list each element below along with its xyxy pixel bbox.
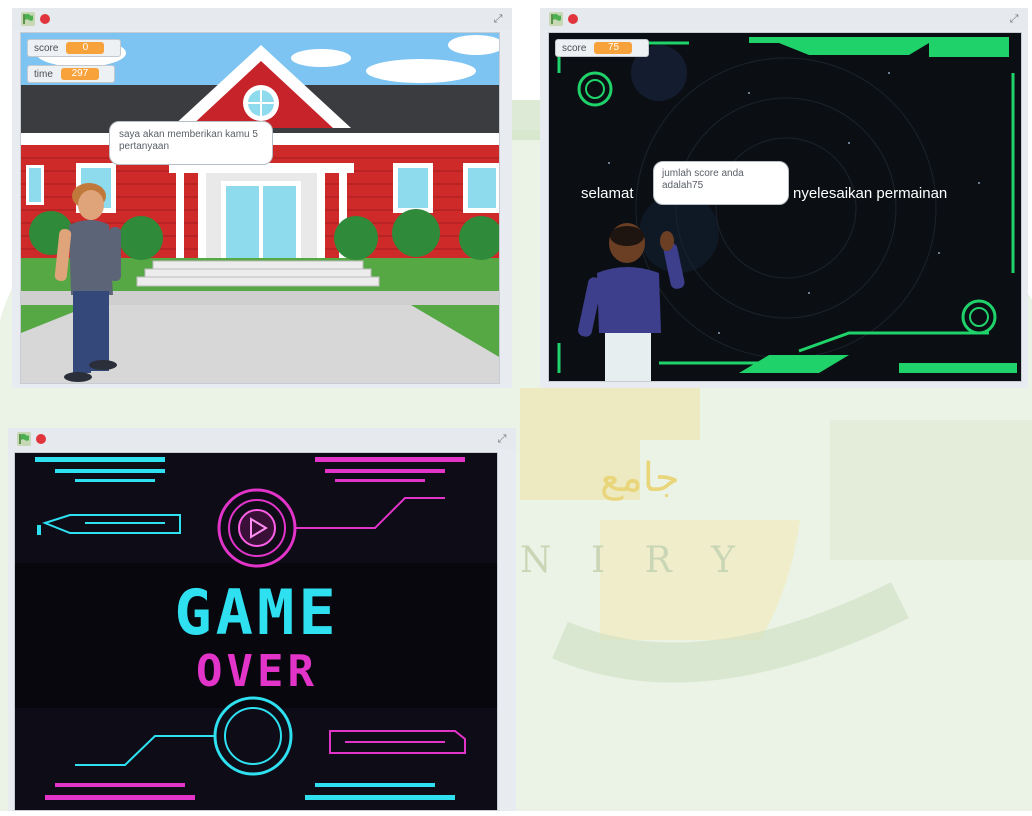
green-flag-icon[interactable]: [21, 12, 35, 26]
score-monitor-label: score: [562, 42, 587, 54]
over-title: OVER: [196, 646, 318, 697]
time-monitor[interactable]: time 297: [27, 65, 115, 83]
space-backdrop: [549, 33, 1021, 381]
stop-icon[interactable]: [36, 434, 46, 444]
stage-canvas[interactable]: score 75 selamat nyelesaikan permainan j…: [548, 32, 1022, 382]
stage-window-2: ⤢ score 75 selamat nyelesaikan permainan…: [540, 8, 1028, 388]
stage-window-1: ⤢ score 0 time 297 saya akan memberikan …: [12, 8, 512, 388]
stop-icon[interactable]: [568, 14, 578, 24]
stage-toolbar: ⤢: [8, 428, 516, 450]
stage-toolbar: ⤢: [12, 8, 512, 30]
stop-icon[interactable]: [40, 14, 50, 24]
watermark-arabic-text: جامع: [600, 455, 680, 501]
fullscreen-icon[interactable]: ⤢: [496, 433, 508, 445]
time-monitor-label: time: [34, 68, 53, 80]
score-monitor-value: 0: [66, 42, 105, 54]
credits-text-left: selamat: [581, 185, 634, 202]
credits-text-right: nyelesaikan permainan: [793, 185, 948, 202]
time-monitor-value: 297: [60, 68, 99, 80]
score-monitor[interactable]: score 75: [555, 39, 649, 57]
score-monitor-label: score: [34, 42, 59, 54]
speech-bubble: saya akan memberikan kamu 5 pertanyaan: [109, 121, 273, 165]
fullscreen-icon[interactable]: ⤢: [1008, 13, 1020, 25]
speech-bubble: jumlah score anda adalah75: [653, 161, 789, 205]
fullscreen-icon[interactable]: ⤢: [492, 13, 504, 25]
stage-canvas[interactable]: score 0 time 297 saya akan memberikan ka…: [20, 32, 500, 384]
stage-canvas[interactable]: GAME OVER: [14, 452, 498, 811]
stage-toolbar: ⤢: [540, 8, 1028, 30]
stage-window-3: ⤢ GAME OVER: [8, 428, 516, 811]
green-flag-icon[interactable]: [549, 12, 563, 26]
school-backdrop: [21, 33, 499, 383]
score-monitor-value: 75: [594, 42, 633, 54]
score-monitor[interactable]: score 0: [27, 39, 121, 57]
green-flag-icon[interactable]: [17, 432, 31, 446]
watermark-latin-text: N I R Y: [520, 540, 749, 581]
game-title: GAME: [174, 576, 340, 649]
